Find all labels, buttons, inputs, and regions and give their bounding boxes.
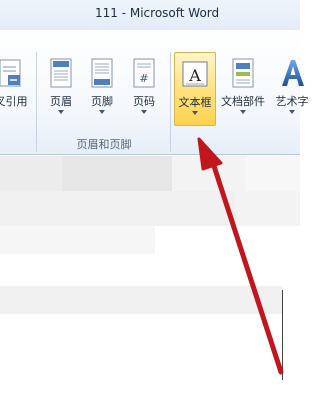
page-number-label: 页码 <box>133 95 155 108</box>
page-edge-strip <box>0 286 282 314</box>
textbox-label: 文本框 <box>178 96 212 109</box>
page-right-margin <box>282 290 283 380</box>
quick-parts-label: 文档部件 <box>221 95 265 108</box>
footer-button[interactable]: 页脚 <box>83 52 121 126</box>
chevron-down-icon <box>99 110 105 114</box>
cross-reference-button[interactable]: 叉引用 <box>0 52 34 126</box>
document-area[interactable] <box>0 156 300 400</box>
wordart-label: 艺术字 <box>275 95 309 108</box>
footer-icon <box>90 58 114 92</box>
wordart-button[interactable]: 艺术字 <box>270 52 314 126</box>
header-icon <box>49 58 73 92</box>
ribbon-insert-tab: 叉引用 页眉 页脚 <box>0 30 309 155</box>
chevron-down-icon <box>192 111 198 115</box>
blurred-region <box>0 191 235 226</box>
blurred-region <box>0 226 155 254</box>
wordart-icon <box>278 58 306 92</box>
blurred-region <box>245 156 300 191</box>
quick-parts-icon <box>230 58 256 92</box>
page-number-icon: # <box>132 58 156 92</box>
window-title: 111 - Microsoft Word <box>95 6 220 20</box>
quick-parts-button[interactable]: 文档部件 <box>218 52 268 126</box>
page-number-button[interactable]: # 页码 <box>124 52 164 126</box>
group-label-header-footer: 页眉和页脚 <box>76 138 132 151</box>
blurred-region <box>62 156 172 191</box>
textbox-icon: A <box>181 59 209 93</box>
cross-reference-icon <box>0 58 24 92</box>
header-label: 页眉 <box>50 95 72 108</box>
cross-reference-label: 叉引用 <box>0 95 28 108</box>
textbox-button[interactable]: A 文本框 <box>174 52 216 126</box>
header-button[interactable]: 页眉 <box>42 52 80 126</box>
chevron-down-icon <box>240 110 246 114</box>
footer-label: 页脚 <box>91 95 113 108</box>
chevron-down-icon <box>58 110 64 114</box>
group-separator <box>170 52 171 152</box>
chevron-down-icon <box>141 110 147 114</box>
title-bar: 111 - Microsoft Word <box>0 0 300 30</box>
svg-text:#: # <box>139 72 148 85</box>
chevron-down-icon <box>289 110 295 114</box>
svg-text:A: A <box>188 66 201 85</box>
group-separator <box>36 52 37 152</box>
